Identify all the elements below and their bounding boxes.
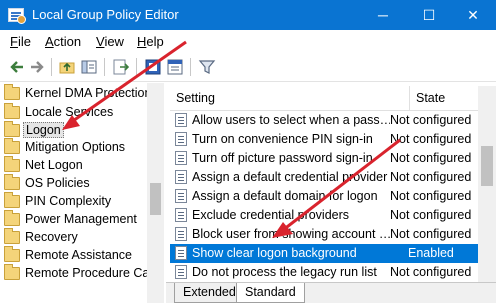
folder-icon [4,210,20,226]
forward-arrow-icon[interactable] [28,58,46,76]
list-scrollbar-thumb[interactable] [481,146,493,186]
menu-action[interactable]: Action [45,34,81,49]
folder-icon [4,264,20,280]
menu-view[interactable]: View [96,34,124,49]
table-row[interactable]: Do not process the legacy run list Not c… [170,263,478,282]
table-row[interactable]: Block user from showing account … Not co… [170,225,478,244]
toolbar [0,52,496,82]
toolbar-separator [104,58,105,76]
folder-icon [4,174,20,190]
table-row[interactable]: Turn on convenience PIN sign-in Not conf… [170,130,478,149]
tree-item-pin-complexity[interactable]: PIN Complexity [4,192,150,211]
folder-icon [4,156,20,172]
back-arrow-icon[interactable] [8,58,26,76]
policy-setting-icon [175,132,187,146]
tree-item-remote-procedure-call[interactable]: Remote Procedure Call [4,264,155,283]
table-row[interactable]: Assign a default credential provider Not… [170,168,478,187]
folder-icon [4,192,20,208]
table-row[interactable]: Turn off picture password sign-in Not co… [170,149,478,168]
table-row-selected[interactable]: Show clear logon background Enabled [170,244,478,263]
list-scrollbar[interactable] [478,86,496,282]
menu-bar: File Action View Help [0,30,496,52]
policy-setting-icon [175,113,187,127]
folder-icon [4,228,20,244]
folder-icon [4,138,20,154]
table-row[interactable]: Allow users to select when a pass… Not c… [170,111,478,130]
filter-icon[interactable] [198,58,216,76]
policy-setting-icon [175,208,187,222]
policy-setting-icon [175,227,187,241]
tree-item-remote-assistance[interactable]: Remote Assistance [4,246,150,265]
tree-item-locale-services[interactable]: Locale Services [4,103,150,122]
menu-help[interactable]: Help [137,34,164,49]
folder-icon [4,246,20,262]
folder-icon [4,84,20,100]
tree-item-logon[interactable]: Logon [4,121,150,140]
export-list-icon[interactable] [112,58,130,76]
window-title: Local Group Policy Editor [32,7,179,22]
folder-icon [4,103,20,119]
maximize-button[interactable]: ☐ [406,0,452,30]
tree-item-power-management[interactable]: Power Management [4,210,150,229]
help-icon[interactable] [166,58,184,76]
toolbar-separator [136,58,137,76]
table-row[interactable]: Exclude credential providers Not configu… [170,206,478,225]
policy-setting-icon [175,151,187,165]
properties-icon[interactable] [144,58,162,76]
column-header-setting[interactable]: Setting [170,86,410,110]
policy-setting-icon [175,170,187,184]
policy-setting-icon [175,265,187,279]
toolbar-separator [190,58,191,76]
tree-item-mitigation-options[interactable]: Mitigation Options [4,138,150,157]
tree-scrollbar[interactable] [147,83,164,303]
view-tabs: Extended Standard [166,282,496,303]
folder-icon [4,121,20,137]
table-row[interactable]: Assign a default domain for logon Not co… [170,187,478,206]
category-tree[interactable]: Kernel DMA Protection Locale Services Lo… [0,83,164,303]
tree-item-recovery[interactable]: Recovery [4,228,150,247]
menu-file[interactable]: File [10,34,31,49]
column-header-state[interactable]: State [410,86,478,110]
policy-setting-icon [175,189,187,203]
settings-list: Setting State Allow users to select when… [170,86,496,282]
close-button[interactable]: ✕ [450,0,496,30]
minimize-button[interactable]: ─ [360,0,406,30]
policy-setting-icon [175,246,187,260]
title-bar: Local Group Policy Editor ─ ☐ ✕ [0,0,496,30]
group-policy-app-icon [8,8,26,24]
toolbar-separator [51,58,52,76]
show-hide-tree-icon[interactable] [80,58,98,76]
tree-item-os-policies[interactable]: OS Policies [4,174,150,193]
tab-extended[interactable]: Extended [174,283,245,303]
up-folder-icon[interactable] [58,58,76,76]
tree-item-kernel-dma-protection[interactable]: Kernel DMA Protection [4,84,151,103]
tree-item-net-logon[interactable]: Net Logon [4,156,150,175]
tree-scrollbar-thumb[interactable] [150,183,161,215]
tab-standard[interactable]: Standard [236,283,305,303]
